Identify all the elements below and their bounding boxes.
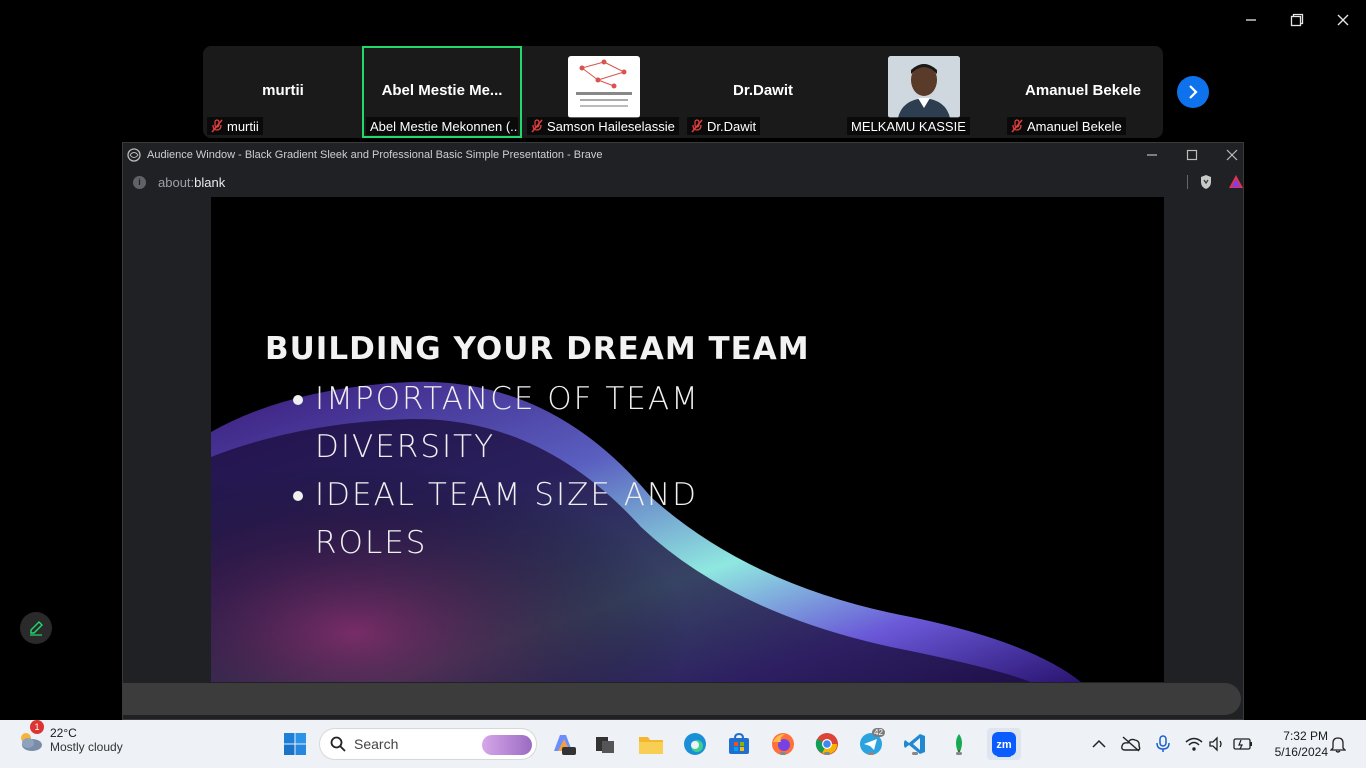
participant-label-text: Abel Mestie Mekonnen (... (370, 118, 518, 134)
share-control-bar (123, 683, 1241, 715)
participant-label-text: Dr.Dawit (707, 118, 757, 134)
weather-widget[interactable]: 1 22°C Mostly cloudy (16, 720, 123, 754)
minimize-icon[interactable] (1145, 148, 1159, 162)
brave-rewards-icon[interactable] (1228, 174, 1244, 193)
running-indicator (997, 754, 1011, 757)
participant-label: Abel Mestie Mekonnen (... (366, 117, 518, 135)
avatar (568, 56, 640, 118)
participant-label-text: Amanuel Bekele (1027, 118, 1122, 134)
next-page-button[interactable] (1177, 76, 1209, 108)
participant-strip: murtii murtii Abel Mestie Me... Abel Mes… (203, 46, 1163, 138)
search-box[interactable]: Search (319, 728, 537, 760)
participant-name: Dr.Dawit (732, 82, 793, 99)
participant-tile[interactable]: murtii murtii (203, 46, 363, 138)
participant-label: murtii (207, 117, 263, 135)
running-indicator (912, 752, 918, 755)
onedrive-offline-icon[interactable] (1121, 734, 1141, 754)
participant-label-text: murtii (227, 118, 259, 134)
participant-tile[interactable]: MELKAMU KASSIE (843, 46, 1003, 138)
search-placeholder: Search (354, 736, 399, 752)
brave-shields-icon[interactable] (1199, 174, 1213, 193)
file-explorer-icon[interactable] (637, 730, 665, 758)
running-indicator (868, 752, 874, 755)
muted-mic-icon (211, 119, 223, 133)
windows-icon (284, 733, 306, 755)
browser-titlebar: Audience Window - Black Gradient Sleek a… (123, 143, 1243, 167)
svg-text:zm: zm (996, 739, 1012, 751)
telegram-icon[interactable]: 42 (857, 728, 885, 758)
edge-icon[interactable] (681, 730, 709, 758)
volume-icon[interactable] (1207, 734, 1227, 754)
address-prefix: about: (158, 174, 195, 190)
taskbar: 1 22°C Mostly cloudy Search 42 zm 7:32 P… (0, 720, 1366, 768)
slide-bullet: IDEAL TEAM SIZE AND ROLES (291, 471, 811, 567)
participant-name: Amanuel Bekele (1025, 82, 1141, 99)
telegram-badge: 42 (872, 728, 885, 737)
participant-label: Dr.Dawit (687, 117, 761, 135)
participant-tile[interactable]: Amanuel Bekele Amanuel Bekele (1003, 46, 1163, 138)
slide-bullet: IMPORTANCE OF TEAM DIVERSITY (291, 375, 811, 471)
participant-tile-active-speaker[interactable]: Abel Mestie Me... Abel Mestie Mekonnen (… (362, 46, 522, 138)
slide: BUILDING YOUR DREAM TEAM IMPORTANCE OF T… (211, 197, 1164, 682)
zoom-icon[interactable]: zm (987, 728, 1021, 760)
muted-mic-icon (1011, 119, 1023, 133)
firefox-icon[interactable] (769, 730, 797, 758)
desktop: murtii murtii Abel Mestie Me... Abel Mes… (0, 0, 1366, 768)
microphone-icon[interactable] (1153, 734, 1173, 754)
vscode-icon[interactable] (901, 730, 929, 758)
running-indicator (780, 752, 786, 755)
search-icon (330, 736, 346, 752)
participant-label: Amanuel Bekele (1007, 117, 1126, 135)
pencil-icon (30, 621, 43, 636)
address-bar[interactable]: i about: blank (123, 169, 1243, 195)
avatar (888, 56, 960, 118)
slide-bullets: IMPORTANCE OF TEAM DIVERSITY IDEAL TEAM … (291, 375, 811, 567)
wifi-icon[interactable] (1184, 734, 1204, 754)
address-text: blank (194, 174, 226, 190)
search-highlight-icon (482, 735, 532, 755)
participant-label: MELKAMU KASSIE (847, 117, 970, 135)
divider (1187, 175, 1188, 189)
running-indicator (824, 752, 830, 755)
restore-icon[interactable] (1285, 8, 1309, 32)
participant-tile[interactable]: Dr.Dawit Dr.Dawit (683, 46, 843, 138)
participant-name: Abel Mestie Me... (381, 82, 503, 99)
minimize-icon[interactable] (1239, 8, 1263, 32)
notification-badge: 1 (30, 720, 44, 734)
notification-bell-icon[interactable] (1328, 734, 1348, 754)
presentation-viewport: BUILDING YOUR DREAM TEAM IMPORTANCE OF T… (123, 197, 1243, 682)
chrome-icon[interactable] (813, 730, 841, 758)
clock-time: 7:32 PM (1283, 729, 1328, 743)
annotate-button[interactable] (20, 612, 52, 644)
weather-condition: Mostly cloudy (50, 740, 123, 754)
cloud-icon: 1 (16, 720, 44, 754)
task-view-icon[interactable] (591, 730, 619, 758)
participant-label-text: MELKAMU KASSIE (851, 118, 966, 134)
battery-icon[interactable] (1233, 734, 1253, 754)
mongodb-icon[interactable] (945, 730, 973, 758)
slide-title: BUILDING YOUR DREAM TEAM (265, 331, 810, 367)
participant-tile[interactable]: Samson Haileselassie (523, 46, 683, 138)
weather-temp: 22°C (50, 726, 77, 740)
participant-name: murtii (262, 82, 304, 99)
running-indicator (956, 752, 962, 755)
maximize-icon[interactable] (1185, 148, 1199, 162)
close-icon[interactable] (1331, 8, 1355, 32)
brave-logo-icon (127, 148, 141, 162)
clock-date: 5/16/2024 (1274, 745, 1328, 759)
store-icon[interactable] (725, 730, 753, 758)
participant-label-text: Samson Haileselassie (547, 118, 675, 134)
close-icon[interactable] (1225, 148, 1239, 162)
muted-mic-icon (691, 119, 703, 133)
clock[interactable]: 7:32 PM 5/16/2024 (1262, 728, 1328, 760)
info-icon[interactable]: i (133, 175, 146, 189)
browser-title: Audience Window - Black Gradient Sleek a… (147, 149, 603, 161)
participant-label: Samson Haileselassie (527, 117, 679, 135)
chevron-right-icon (1189, 85, 1198, 99)
start-button[interactable] (281, 730, 309, 758)
muted-mic-icon (531, 119, 543, 133)
copilot-icon[interactable] (549, 730, 577, 758)
browser-window: Audience Window - Black Gradient Sleek a… (122, 142, 1244, 720)
chevron-up-icon[interactable] (1089, 734, 1109, 754)
